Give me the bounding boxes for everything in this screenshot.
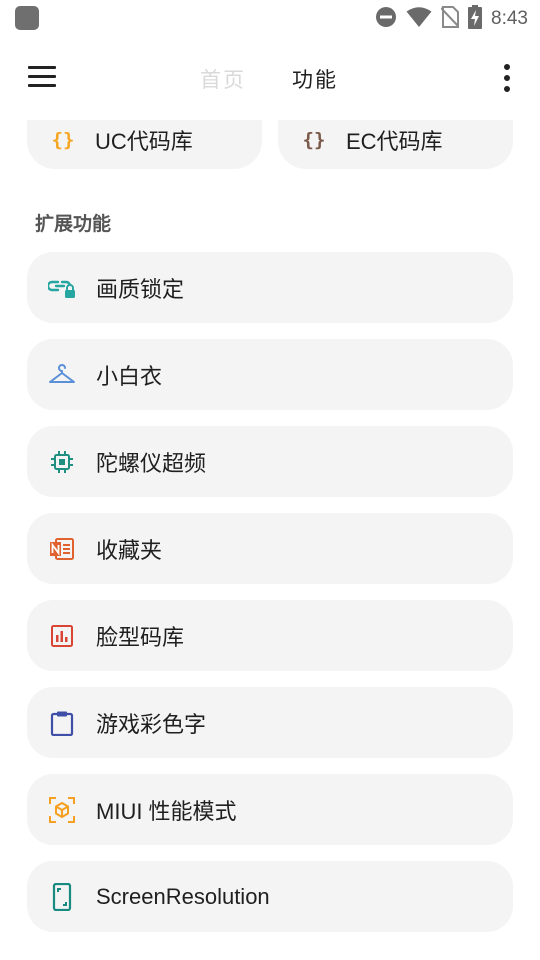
- braces-icon: {}: [51, 128, 75, 151]
- status-bar: 8:43: [0, 0, 540, 38]
- link-lock-icon: [47, 273, 77, 303]
- do-not-disturb-icon: [375, 6, 397, 32]
- clipboard-icon: [47, 708, 77, 738]
- list-item-white-clothes[interactable]: 小白衣: [27, 339, 513, 410]
- list-item-label: 陀螺仪超频: [96, 450, 207, 476]
- card-label: UC代码库: [95, 128, 193, 154]
- status-time: 8:43: [491, 8, 528, 29]
- extension-list: 画质锁定 小白衣 陀螺仪超频 收藏夹 脸型码库 游戏彩色字 MIUI 性能模式 …: [27, 252, 513, 948]
- list-item-label: 游戏彩色字: [96, 711, 207, 737]
- list-item-label: 画质锁定: [96, 276, 185, 302]
- list-item-label: 收藏夹: [96, 537, 163, 563]
- list-item-label: MIUI 性能模式: [96, 798, 237, 824]
- tab-home[interactable]: 首页: [200, 64, 246, 94]
- tab-functions[interactable]: 功能: [292, 64, 338, 94]
- list-item-quality-lock[interactable]: 画质锁定: [27, 252, 513, 323]
- list-item-gyro-overclock[interactable]: 陀螺仪超频: [27, 426, 513, 497]
- app-toolbar: 首页 功能: [0, 38, 540, 120]
- list-item-face-code-library[interactable]: 脸型码库: [27, 600, 513, 671]
- notebook-icon: [47, 534, 77, 564]
- bar-chart-icon: [47, 621, 77, 651]
- list-item-label: 脸型码库: [96, 624, 185, 650]
- ec-code-library-card[interactable]: {} EC代码库: [278, 120, 513, 169]
- list-item-label: 小白衣: [96, 363, 163, 389]
- list-item-favorites[interactable]: 收藏夹: [27, 513, 513, 584]
- wifi-icon: [406, 6, 432, 32]
- battery-charging-icon: [468, 5, 483, 33]
- ar-cube-icon: [47, 795, 77, 825]
- menu-icon[interactable]: [26, 64, 58, 90]
- list-item-miui-performance-mode[interactable]: MIUI 性能模式: [27, 774, 513, 845]
- more-options-icon[interactable]: [496, 64, 518, 92]
- list-item-game-color-text[interactable]: 游戏彩色字: [27, 687, 513, 758]
- hanger-icon: [47, 360, 77, 390]
- card-label: EC代码库: [346, 128, 443, 154]
- status-icons: 8:43: [375, 5, 528, 33]
- phone-screen-icon: [47, 882, 77, 912]
- uc-code-library-card[interactable]: {} UC代码库: [27, 120, 262, 169]
- no-sim-icon: [440, 6, 460, 32]
- app-notification-icon: [15, 6, 39, 30]
- list-item-screen-resolution[interactable]: ScreenResolution: [27, 861, 513, 932]
- cpu-chip-icon: [47, 447, 77, 477]
- braces-icon: {}: [302, 128, 326, 151]
- content-scroll-area[interactable]: {} UC代码库 {} EC代码库 扩展功能 画质锁定 小白衣 陀螺仪超频 收藏…: [0, 120, 540, 960]
- section-title: 扩展功能: [35, 213, 112, 235]
- list-item-label: ScreenResolution: [96, 883, 270, 909]
